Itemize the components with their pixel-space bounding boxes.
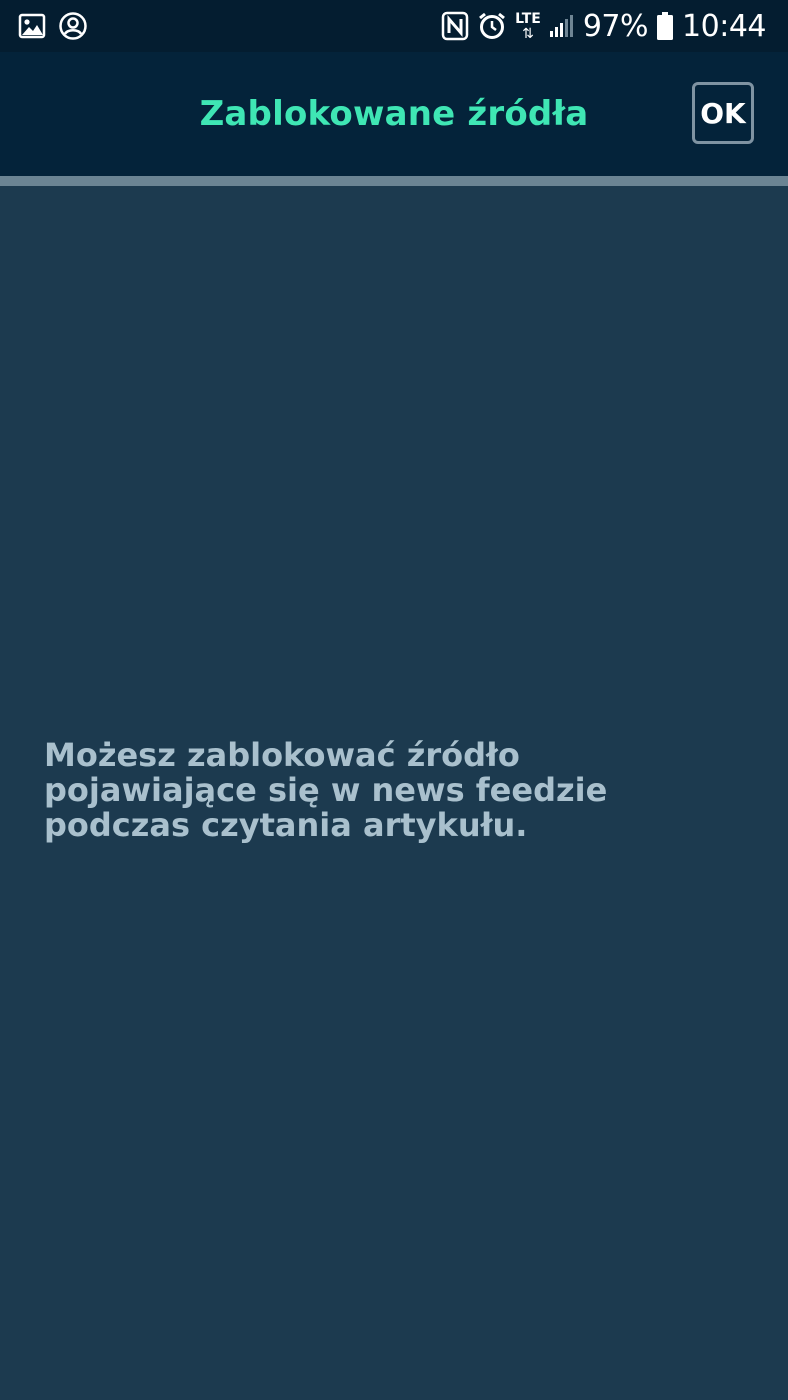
data-arrows-icon: ⇅ — [522, 25, 534, 42]
alarm-icon — [477, 11, 507, 41]
battery-percent: 97% — [582, 8, 649, 44]
battery-icon — [656, 11, 674, 41]
image-icon — [18, 13, 46, 39]
lte-label: LTE — [515, 10, 541, 27]
screen: LTE ⇅ 97% 10:44 Zablokowane źródła OK Mo… — [0, 0, 788, 1400]
status-bar: LTE ⇅ 97% 10:44 — [0, 0, 788, 52]
page-title: Zablokowane źródła — [199, 94, 589, 134]
clock: 10:44 — [682, 8, 766, 44]
status-left-icons — [18, 10, 88, 42]
empty-state-message: Możesz zablokować źródło pojawiające się… — [44, 736, 608, 844]
header-divider — [0, 176, 788, 186]
blocked-sources-list: Możesz zablokować źródło pojawiające się… — [0, 186, 788, 1400]
ok-button[interactable]: OK — [692, 82, 754, 144]
status-right-icons: LTE ⇅ 97% 10:44 — [441, 6, 766, 46]
signal-icon — [549, 13, 575, 39]
lte-icon: LTE ⇅ — [515, 12, 541, 41]
app-bar: Zablokowane źródła OK — [0, 52, 788, 176]
nfc-icon — [441, 11, 469, 41]
account-circle-icon — [58, 11, 88, 41]
